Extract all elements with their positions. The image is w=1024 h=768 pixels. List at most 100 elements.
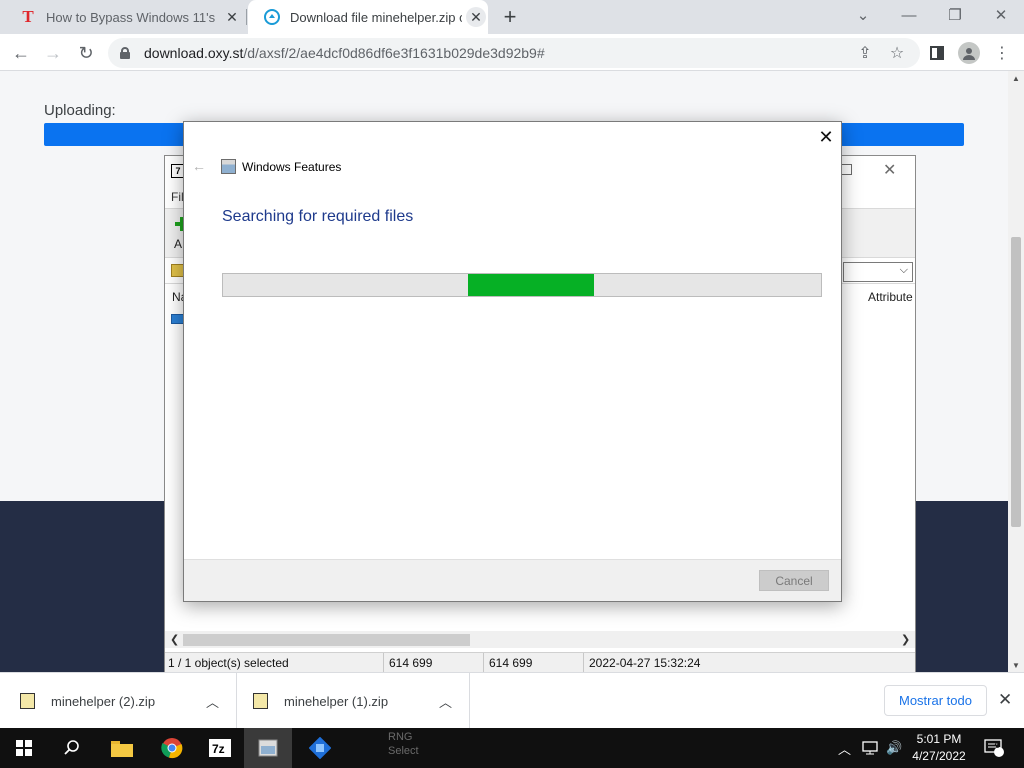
maximize-button[interactable] bbox=[841, 164, 852, 175]
close-download-bar-icon[interactable]: ✕ bbox=[998, 690, 1012, 710]
tab-title: How to Bypass Windows 11's TPM bbox=[46, 9, 218, 25]
scroll-left-arrow[interactable]: ❮ bbox=[170, 633, 179, 646]
dialog-footer: Cancel bbox=[184, 559, 841, 601]
back-arrow-icon[interactable]: ← bbox=[192, 158, 206, 174]
background-text-line: RNG bbox=[388, 731, 413, 743]
notifications-icon[interactable]: 4 bbox=[984, 728, 1004, 768]
blue-app-icon bbox=[309, 737, 331, 759]
chevron-down-icon[interactable]: ⌵ bbox=[900, 264, 908, 277]
clock-time: 5:01 PM bbox=[916, 732, 962, 746]
start-button[interactable] bbox=[0, 728, 48, 768]
download-filename: minehelper (1).zip bbox=[284, 693, 389, 709]
url-path: /d/axsf/2/ae4dcf0d86df6e3f1631b029de3d92… bbox=[243, 45, 545, 61]
close-button[interactable]: ✕ bbox=[883, 160, 896, 180]
taskbar: 7z RNG Select ︿ 🔊 5:01 PM 4/27/2022 4 bbox=[0, 728, 1024, 768]
chevron-up-icon[interactable]: ︿ bbox=[206, 692, 219, 711]
notification-count-badge: 4 bbox=[994, 740, 1000, 751]
download-filename: minehelper (2).zip bbox=[51, 693, 156, 709]
close-tab-icon[interactable]: ✕ bbox=[222, 7, 242, 27]
dialog-heading: Searching for required files bbox=[222, 208, 414, 225]
address-bar[interactable]: download.oxy.st/d/axsf/2/ae4dcf0d86df6e3… bbox=[108, 38, 920, 68]
scroll-right-arrow[interactable]: ❯ bbox=[901, 633, 910, 646]
download-separator bbox=[236, 673, 237, 729]
page-scrollbar[interactable]: ▲ ▼ bbox=[1008, 71, 1024, 672]
scroll-thumb[interactable] bbox=[1011, 237, 1021, 527]
zip-file-icon bbox=[20, 693, 35, 709]
url-host: download.oxy.st bbox=[144, 45, 244, 61]
app-taskbar-button[interactable] bbox=[296, 728, 344, 768]
horizontal-scrollbar[interactable]: ❮ ❯ bbox=[165, 631, 915, 648]
tab-search-icon[interactable]: ⌄ bbox=[840, 0, 886, 30]
chevron-up-icon[interactable]: ︿ bbox=[439, 692, 452, 711]
download-bar: minehelper (2).zip ︿ minehelper (1).zip … bbox=[0, 672, 1024, 729]
browser-toolbar: ← → ↻ download.oxy.st/d/axsf/2/ae4dcf0d8… bbox=[0, 34, 1024, 71]
reload-button[interactable]: ↻ bbox=[73, 40, 99, 66]
status-modified: 2022-04-27 15:32:24 bbox=[589, 656, 701, 670]
close-window-button[interactable]: ✕ bbox=[978, 0, 1024, 30]
7zip-icon: 7z bbox=[209, 739, 231, 757]
windows-features-icon bbox=[221, 159, 236, 174]
status-divider bbox=[583, 653, 584, 673]
oxy-cloud-icon bbox=[264, 9, 280, 25]
minimize-button[interactable]: — bbox=[886, 0, 932, 30]
windows-features-dialog: ✕ ← Windows Features Searching for requi… bbox=[183, 121, 842, 602]
chrome-icon bbox=[161, 738, 183, 759]
forward-button[interactable]: → bbox=[40, 40, 66, 66]
7zip-statusbar: 1 / 1 object(s) selected 614 699 614 699… bbox=[165, 652, 915, 673]
chrome-button[interactable] bbox=[148, 728, 196, 768]
search-button[interactable] bbox=[48, 728, 96, 768]
dialog-title: Windows Features bbox=[242, 160, 342, 174]
file-explorer-button[interactable] bbox=[98, 728, 146, 768]
progress-fill bbox=[468, 274, 594, 296]
tab-separator bbox=[246, 9, 247, 25]
dialog-close-button[interactable]: ✕ bbox=[815, 126, 837, 148]
zip-file-icon bbox=[253, 693, 268, 709]
tab-title: Download file minehelper.zip on bbox=[290, 9, 462, 25]
windows-features-taskbar-button[interactable] bbox=[244, 728, 292, 768]
clock-date: 4/27/2022 bbox=[912, 749, 966, 763]
download-item[interactable]: minehelper (1).zip ︿ bbox=[253, 673, 469, 729]
7zip-taskbar-button[interactable]: 7z bbox=[196, 728, 244, 768]
tab-favicon-t: T bbox=[22, 7, 34, 26]
tab-bypass-windows[interactable]: T How to Bypass Windows 11's TPM ✕ bbox=[4, 0, 244, 34]
windows-logo-icon bbox=[16, 740, 32, 756]
share-icon[interactable]: ⇪ bbox=[854, 42, 876, 64]
upload-label: Uploading: bbox=[44, 102, 116, 119]
search-icon bbox=[64, 740, 79, 755]
status-divider bbox=[483, 653, 484, 673]
path-dropdown[interactable]: ⌵ bbox=[843, 262, 913, 282]
svg-text:7z: 7z bbox=[212, 742, 225, 756]
scroll-up-arrow[interactable]: ▲ bbox=[1008, 71, 1024, 85]
menu-kebab-icon[interactable]: ⋮ bbox=[991, 42, 1013, 64]
tab-download-file[interactable]: Download file minehelper.zip on ✕ bbox=[248, 0, 488, 34]
download-item[interactable]: minehelper (2).zip ︿ bbox=[20, 673, 236, 729]
cancel-button[interactable]: Cancel bbox=[759, 570, 829, 591]
bookmark-star-icon[interactable]: ☆ bbox=[886, 42, 908, 64]
volume-icon[interactable]: 🔊 bbox=[886, 728, 902, 768]
folder-icon bbox=[111, 741, 133, 757]
url-text: download.oxy.st/d/axsf/2/ae4dcf0d86df6e3… bbox=[144, 45, 545, 61]
background-text: RNG Select bbox=[388, 730, 419, 758]
close-tab-icon[interactable]: ✕ bbox=[466, 7, 486, 27]
status-packed-size: 614 699 bbox=[489, 656, 533, 670]
column-attributes-header[interactable]: Attribute bbox=[868, 290, 913, 304]
network-icon[interactable] bbox=[862, 728, 878, 768]
restore-button[interactable]: ❐ bbox=[932, 0, 978, 30]
system-clock[interactable]: 5:01 PM 4/27/2022 bbox=[904, 731, 974, 765]
add-button-label[interactable]: A bbox=[174, 237, 182, 251]
lock-icon[interactable] bbox=[120, 47, 130, 59]
status-divider bbox=[383, 653, 384, 673]
show-hidden-icons-chevron-icon[interactable]: ︿ bbox=[838, 728, 851, 768]
profile-avatar-icon[interactable] bbox=[958, 42, 980, 64]
status-size: 614 699 bbox=[389, 656, 433, 670]
new-tab-button[interactable]: + bbox=[498, 4, 522, 29]
background-text-line: Select bbox=[388, 745, 419, 757]
show-all-button[interactable]: Mostrar todo bbox=[884, 685, 987, 716]
back-button[interactable]: ← bbox=[8, 40, 34, 66]
windows-features-icon bbox=[258, 739, 278, 757]
horizontal-scroll-thumb[interactable] bbox=[183, 634, 470, 646]
side-panel-icon[interactable] bbox=[926, 42, 948, 64]
status-selection: 1 / 1 object(s) selected bbox=[168, 656, 289, 670]
scroll-down-arrow[interactable]: ▼ bbox=[1008, 658, 1024, 672]
search-progress-bar bbox=[222, 273, 822, 297]
